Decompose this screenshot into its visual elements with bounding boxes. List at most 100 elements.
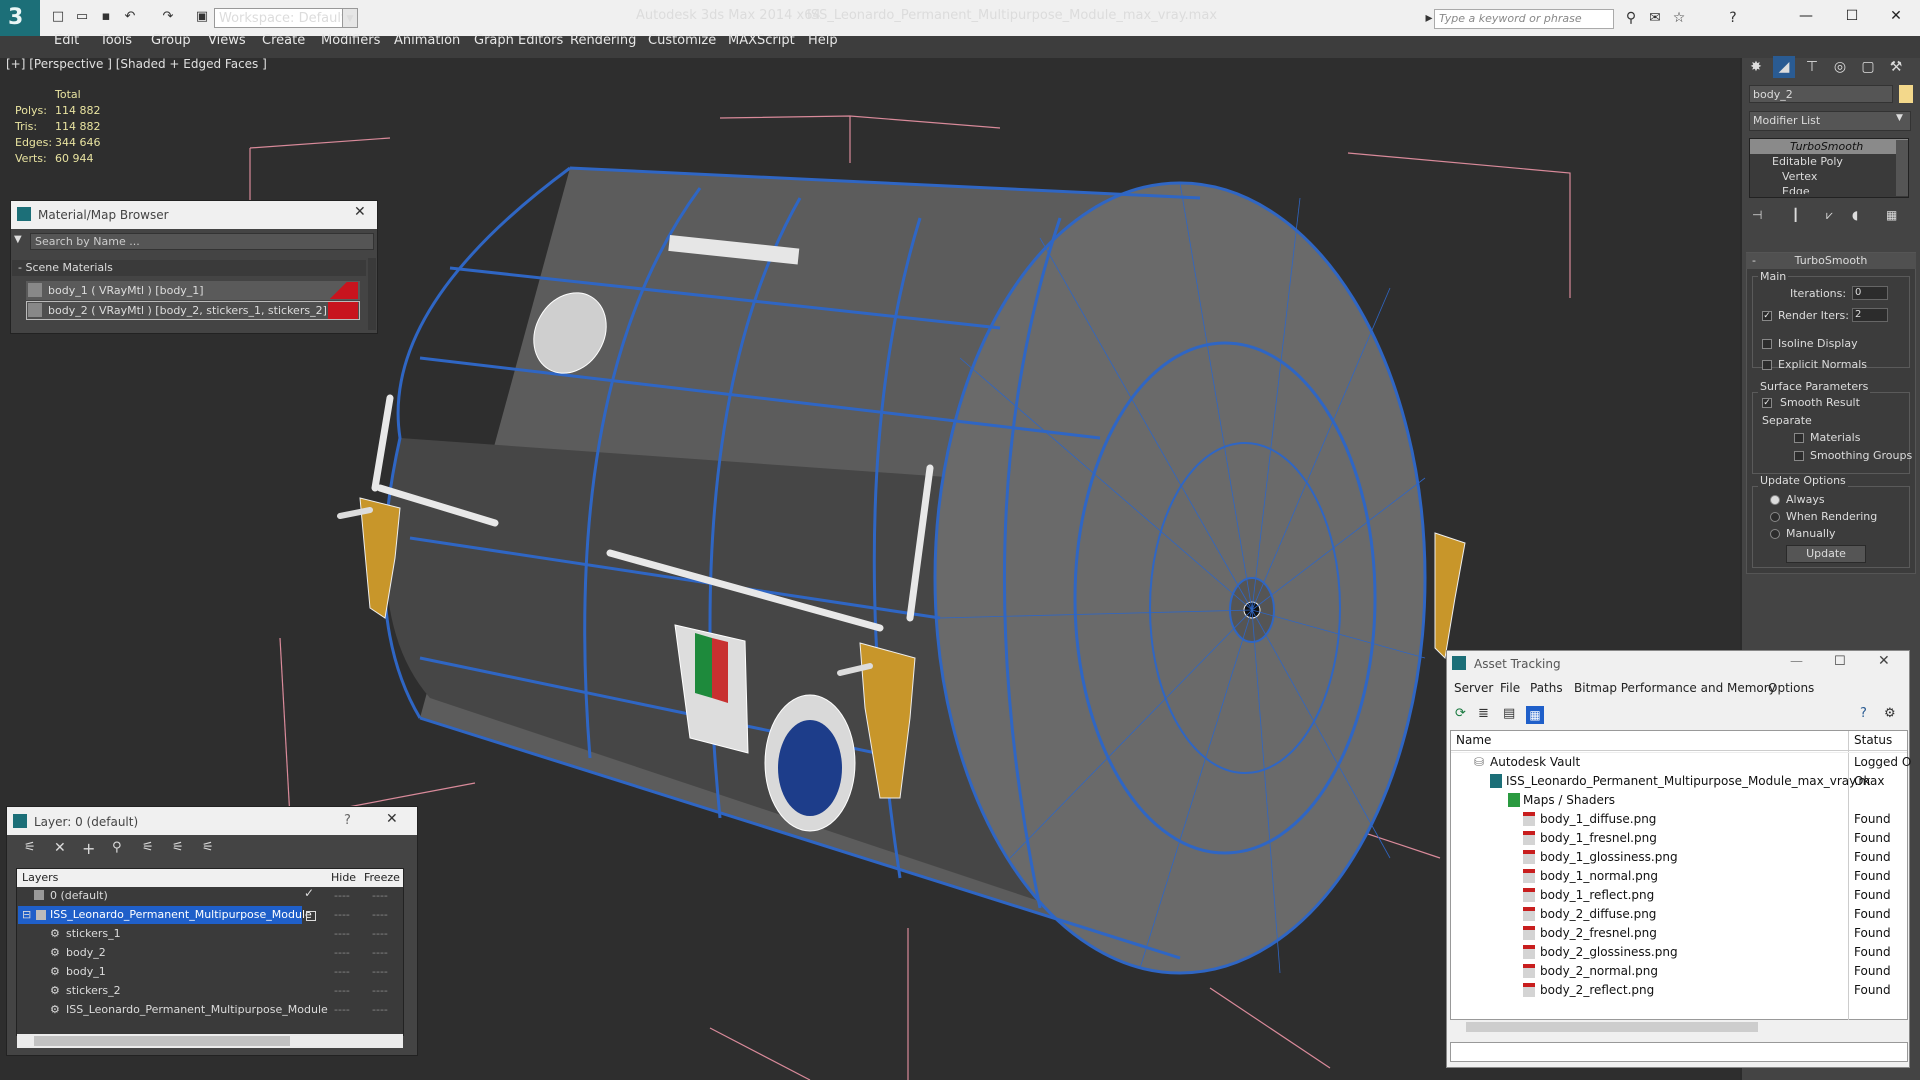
freeze-toggle[interactable]: ---- <box>372 1000 388 1019</box>
utilities-tab-icon[interactable]: ⚒ <box>1885 56 1907 78</box>
create-tab-icon[interactable]: ✸ <box>1745 56 1767 78</box>
stack-item-turbosmooth[interactable]: TurboSmooth <box>1750 139 1908 154</box>
chevron-down-icon[interactable]: ▼ <box>1896 113 1903 123</box>
manually-radio[interactable] <box>1770 529 1780 539</box>
menu-help[interactable]: Help <box>808 33 838 48</box>
render-iters-spinner[interactable]: 2 <box>1852 308 1888 322</box>
materials-checkbox[interactable] <box>1794 433 1804 443</box>
hierarchy-tab-icon[interactable]: ⊤ <box>1801 56 1823 78</box>
stack-item-edge[interactable]: Edge <box>1750 184 1908 194</box>
open-file-icon[interactable]: ▭ <box>74 9 90 25</box>
always-radio[interactable] <box>1770 495 1780 505</box>
stack-item-editable-poly[interactable]: Editable Poly <box>1750 154 1908 169</box>
close-icon[interactable]: ✕ <box>1878 653 1890 669</box>
menu-edit[interactable]: Edit <box>54 33 79 48</box>
asset-row-file[interactable]: body_2_fresnel.png <box>1540 924 1657 943</box>
hide-toggle[interactable]: ---- <box>334 962 350 981</box>
asset-path-field[interactable] <box>1450 1042 1908 1062</box>
chevron-down-icon[interactable]: ▼ <box>342 8 358 28</box>
collapse-icon[interactable]: - <box>1752 254 1756 267</box>
freeze-toggle[interactable]: ---- <box>372 943 388 962</box>
asset-row-maps-shaders[interactable]: Maps / Shaders <box>1523 791 1615 810</box>
layer-row-stickers-2[interactable]: stickers_2 <box>66 981 121 1000</box>
configure-modifier-sets-icon[interactable]: ▦ <box>1886 208 1897 222</box>
create-layer-icon[interactable]: ⚟ <box>24 840 36 855</box>
menu-paths[interactable]: Paths <box>1530 681 1563 695</box>
delete-layer-icon[interactable]: ✕ <box>54 840 66 856</box>
modifier-stack[interactable]: TurboSmooth Editable Poly Vertex Edge <box>1749 138 1909 198</box>
layer-row-iss-module-object[interactable]: ISS_Leonardo_Permanent_Multipurpose_Modu… <box>66 1000 328 1019</box>
menu-views[interactable]: Views <box>208 33 246 48</box>
freeze-toggle[interactable]: ---- <box>372 886 388 905</box>
object-color-swatch[interactable] <box>1899 85 1913 103</box>
menu-rendering[interactable]: Rendering <box>570 33 636 48</box>
modify-tab-icon[interactable]: ◢ <box>1773 56 1795 78</box>
search-input[interactable]: Type a keyword or phrase <box>1434 9 1614 29</box>
app-logo-icon[interactable]: 3 <box>0 0 40 36</box>
col-freeze[interactable]: Freeze <box>364 871 400 884</box>
object-name-field[interactable]: body_2 <box>1749 85 1893 103</box>
asset-row-file[interactable]: body_2_reflect.png <box>1540 981 1654 1000</box>
maximize-button[interactable]: ☐ <box>1832 4 1872 28</box>
menu-customize[interactable]: Customize <box>648 33 716 48</box>
minimize-button[interactable]: — <box>1790 654 1803 669</box>
filter-icon[interactable]: ▼ <box>14 234 28 248</box>
menu-graph-editors[interactable]: Graph Editors <box>474 33 563 48</box>
hide-toggle[interactable]: ---- <box>334 1000 350 1019</box>
undo-icon[interactable]: ↶ <box>122 9 138 25</box>
help-button[interactable]: ? <box>344 813 351 828</box>
project-folder-icon[interactable]: ▣ <box>194 9 210 25</box>
scrollbar-thumb[interactable] <box>34 1036 290 1046</box>
iterations-spinner[interactable]: 0 <box>1852 286 1888 300</box>
menu-create[interactable]: Create <box>262 33 305 48</box>
freeze-all-icon[interactable]: ⚟ <box>202 840 214 855</box>
refresh-icon[interactable]: ⟳ <box>1455 706 1466 721</box>
freeze-toggle[interactable]: ---- <box>372 981 388 1000</box>
freeze-toggle[interactable]: ---- <box>372 905 388 924</box>
stack-item-vertex[interactable]: Vertex <box>1750 169 1908 184</box>
explicit-normals-checkbox[interactable] <box>1762 360 1772 370</box>
rollout-title[interactable]: TurboSmooth <box>1746 253 1916 269</box>
scene-materials-section[interactable]: - Scene Materials <box>12 260 366 276</box>
col-hide[interactable]: Hide <box>331 871 356 884</box>
smoothing-groups-checkbox[interactable] <box>1794 451 1804 461</box>
hide-all-icon[interactable]: ⚟ <box>172 840 184 855</box>
asset-row-file[interactable]: body_2_normal.png <box>1540 962 1658 981</box>
motion-tab-icon[interactable]: ◎ <box>1829 56 1851 78</box>
menu-animation[interactable]: Animation <box>394 33 460 48</box>
maximize-button[interactable]: ☐ <box>1834 654 1846 669</box>
scrollbar[interactable] <box>368 258 376 330</box>
display-tab-icon[interactable]: ▢ <box>1857 56 1879 78</box>
menu-file[interactable]: File <box>1500 681 1520 695</box>
layer-row-default[interactable]: 0 (default) <box>50 886 108 905</box>
help-icon[interactable]: ? <box>1860 706 1867 721</box>
minimize-button[interactable]: — <box>1786 4 1826 28</box>
hide-toggle[interactable]: ---- <box>334 924 350 943</box>
menu-maxscript[interactable]: MAXScript <box>728 33 795 48</box>
menu-tools[interactable]: Tools <box>100 33 132 48</box>
layer-row-body-1[interactable]: body_1 <box>66 962 106 981</box>
asset-row-file[interactable]: body_1_fresnel.png <box>1540 829 1657 848</box>
remove-modifier-icon[interactable]: ◖ <box>1852 208 1858 222</box>
current-layer-icon[interactable] <box>306 911 316 921</box>
save-icon[interactable]: ▪ <box>98 9 114 25</box>
detail-view-icon[interactable]: ▤ <box>1503 706 1515 721</box>
list-view-icon[interactable]: ≣ <box>1478 706 1489 721</box>
layer-row-stickers-1[interactable]: stickers_1 <box>66 924 121 943</box>
hide-toggle[interactable]: ---- <box>334 943 350 962</box>
menu-group[interactable]: Group <box>151 33 191 48</box>
modifier-list-dropdown[interactable]: Modifier List <box>1749 111 1911 131</box>
viewport-label[interactable]: [+] [Perspective ] [Shaded + Edged Faces… <box>6 57 267 71</box>
isoline-display-checkbox[interactable] <box>1762 339 1772 349</box>
collapse-icon[interactable]: ⊟ <box>22 905 31 924</box>
menu-modifiers[interactable]: Modifiers <box>321 33 380 48</box>
material-search-input[interactable]: Search by Name ... <box>30 233 374 250</box>
close-icon[interactable]: ✕ <box>386 811 398 827</box>
highlight-layer-icon[interactable]: ⚟ <box>142 840 154 855</box>
freeze-toggle[interactable]: ---- <box>372 924 388 943</box>
stack-scrollbar[interactable] <box>1896 140 1908 196</box>
close-icon[interactable]: ✕ <box>354 204 366 220</box>
freeze-toggle[interactable]: ---- <box>372 962 388 981</box>
make-unique-icon[interactable]: ⩗ <box>1826 208 1833 223</box>
update-button[interactable]: Update <box>1786 545 1866 563</box>
